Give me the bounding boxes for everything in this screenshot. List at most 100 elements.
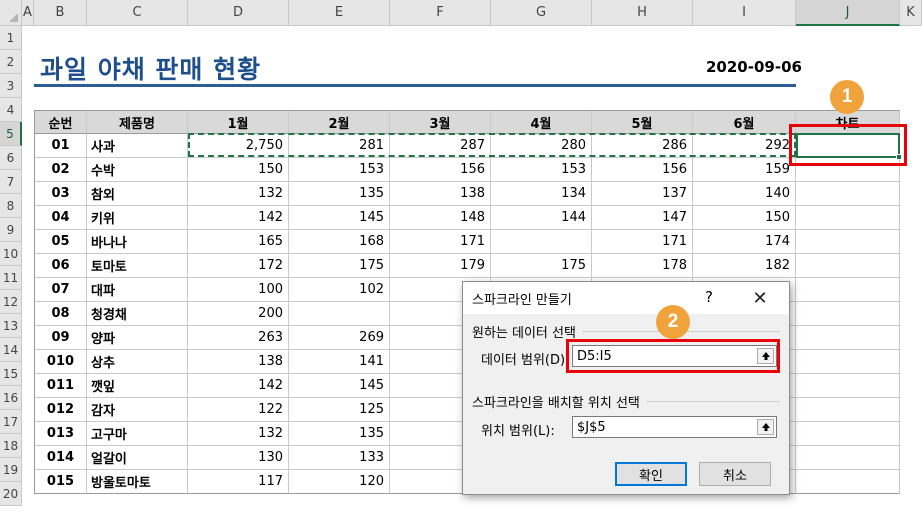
row-number-cell[interactable]: 03 [34, 182, 87, 206]
column-header-g[interactable]: G [491, 0, 592, 26]
month-value-cell[interactable]: 292 [693, 134, 796, 158]
row-header-1[interactable]: 1 [0, 26, 22, 50]
month-value-cell[interactable]: 172 [188, 254, 289, 278]
month-value-cell[interactable]: 156 [592, 158, 693, 182]
row-number-cell[interactable]: 013 [34, 422, 87, 446]
month-value-cell[interactable] [289, 302, 390, 326]
month-value-cell[interactable]: 132 [188, 182, 289, 206]
product-name-cell[interactable]: 방울토마토 [87, 470, 188, 494]
product-name-cell[interactable]: 키위 [87, 206, 188, 230]
column-header-d[interactable]: D [188, 0, 289, 26]
row-number-cell[interactable]: 07 [34, 278, 87, 302]
month-value-cell[interactable]: 134 [491, 182, 592, 206]
column-header-b[interactable]: B [34, 0, 87, 26]
month-value-cell[interactable]: 200 [188, 302, 289, 326]
month-value-cell[interactable]: 141 [289, 350, 390, 374]
row-header-9[interactable]: 9 [0, 218, 22, 242]
month-value-cell[interactable]: 145 [289, 374, 390, 398]
fill-handle[interactable] [896, 154, 902, 160]
chart-cell[interactable] [796, 446, 900, 470]
month-value-cell[interactable]: 140 [693, 182, 796, 206]
row-number-cell[interactable]: 015 [34, 470, 87, 494]
month-value-cell[interactable]: 137 [592, 182, 693, 206]
product-name-cell[interactable]: 상추 [87, 350, 188, 374]
month-value-cell[interactable]: 2,750 [188, 134, 289, 158]
month-value-cell[interactable]: 145 [289, 206, 390, 230]
column-header-h[interactable]: H [592, 0, 693, 26]
month-value-cell[interactable]: 150 [693, 206, 796, 230]
column-header-i[interactable]: I [693, 0, 796, 26]
product-name-cell[interactable]: 수박 [87, 158, 188, 182]
product-name-cell[interactable]: 참외 [87, 182, 188, 206]
month-value-cell[interactable]: 147 [592, 206, 693, 230]
month-value-cell[interactable]: 168 [289, 230, 390, 254]
help-icon[interactable]: ? [705, 288, 713, 306]
month-value-cell[interactable]: 174 [693, 230, 796, 254]
row-header-5[interactable]: 5 [0, 122, 22, 146]
product-name-cell[interactable]: 청경채 [87, 302, 188, 326]
month-value-cell[interactable]: 175 [289, 254, 390, 278]
dialog-titlebar[interactable]: 스파크라인 만들기 ? ✕ [463, 282, 789, 314]
select-all-corner[interactable] [0, 0, 22, 26]
month-value-cell[interactable]: 153 [491, 158, 592, 182]
month-value-cell[interactable]: 148 [390, 206, 491, 230]
month-value-cell[interactable]: 182 [693, 254, 796, 278]
row-header-18[interactable]: 18 [0, 434, 22, 458]
chart-cell[interactable] [796, 230, 900, 254]
month-value-cell[interactable] [491, 230, 592, 254]
month-value-cell[interactable]: 132 [188, 422, 289, 446]
month-value-cell[interactable]: 102 [289, 278, 390, 302]
row-number-cell[interactable]: 09 [34, 326, 87, 350]
chart-cell[interactable] [796, 350, 900, 374]
month-value-cell[interactable]: 138 [390, 182, 491, 206]
row-header-2[interactable]: 2 [0, 50, 22, 74]
month-value-cell[interactable]: 269 [289, 326, 390, 350]
month-value-cell[interactable]: 133 [289, 446, 390, 470]
product-name-cell[interactable]: 사과 [87, 134, 188, 158]
chart-cell[interactable] [796, 302, 900, 326]
month-value-cell[interactable]: 135 [289, 182, 390, 206]
month-value-cell[interactable]: 156 [390, 158, 491, 182]
month-value-cell[interactable]: 165 [188, 230, 289, 254]
cancel-button[interactable]: 취소 [699, 462, 771, 486]
chart-cell[interactable] [796, 422, 900, 446]
month-value-cell[interactable]: 130 [188, 446, 289, 470]
chart-cell[interactable] [796, 470, 900, 494]
month-value-cell[interactable]: 179 [390, 254, 491, 278]
row-header-16[interactable]: 16 [0, 386, 22, 410]
month-value-cell[interactable]: 135 [289, 422, 390, 446]
row-header-6[interactable]: 6 [0, 146, 22, 170]
product-name-cell[interactable]: 토마토 [87, 254, 188, 278]
row-number-cell[interactable]: 014 [34, 446, 87, 470]
month-value-cell[interactable]: 281 [289, 134, 390, 158]
month-value-cell[interactable]: 178 [592, 254, 693, 278]
month-value-cell[interactable]: 125 [289, 398, 390, 422]
column-header-a[interactable]: A [22, 0, 34, 26]
chart-cell[interactable] [796, 398, 900, 422]
month-value-cell[interactable]: 280 [491, 134, 592, 158]
month-value-cell[interactable]: 171 [390, 230, 491, 254]
chart-cell[interactable] [796, 182, 900, 206]
active-cell-J5[interactable] [796, 133, 900, 158]
product-name-cell[interactable]: 양파 [87, 326, 188, 350]
row-header-14[interactable]: 14 [0, 338, 22, 362]
month-value-cell[interactable]: 153 [289, 158, 390, 182]
column-header-j[interactable]: J [796, 0, 900, 26]
product-name-cell[interactable]: 얼갈이 [87, 446, 188, 470]
column-header-k[interactable]: K [900, 0, 922, 26]
chart-cell[interactable] [796, 278, 900, 302]
row-number-cell[interactable]: 08 [34, 302, 87, 326]
month-value-cell[interactable]: 138 [188, 350, 289, 374]
close-icon[interactable]: ✕ [745, 286, 775, 310]
month-value-cell[interactable]: 287 [390, 134, 491, 158]
ok-button[interactable]: 확인 [615, 462, 687, 486]
row-header-11[interactable]: 11 [0, 266, 22, 290]
data-range-input[interactable]: D5:I5 [572, 345, 777, 367]
month-value-cell[interactable]: 144 [491, 206, 592, 230]
row-header-15[interactable]: 15 [0, 362, 22, 386]
month-value-cell[interactable]: 100 [188, 278, 289, 302]
month-value-cell[interactable]: 142 [188, 374, 289, 398]
chart-cell[interactable] [796, 326, 900, 350]
collapse-dialog-icon[interactable] [757, 419, 774, 435]
row-number-cell[interactable]: 011 [34, 374, 87, 398]
